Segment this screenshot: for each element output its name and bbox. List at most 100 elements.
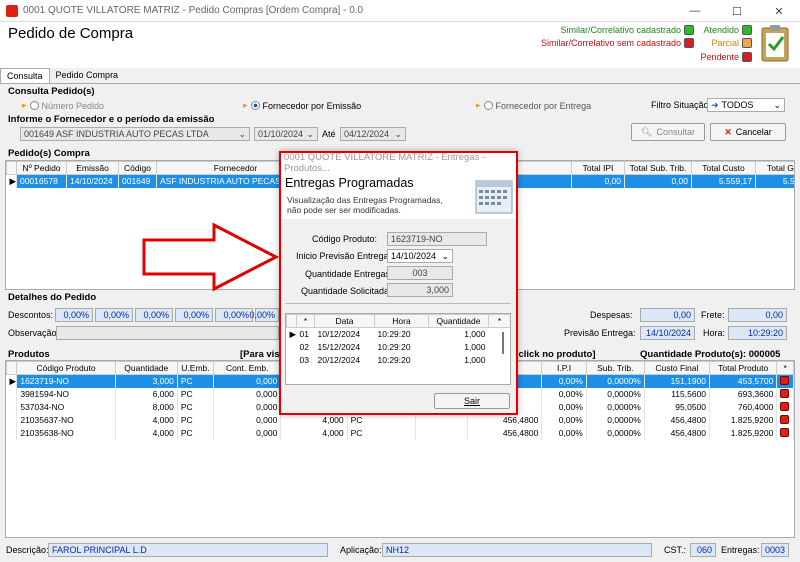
tab-pedido-compra[interactable]: Pedido Compra (50, 68, 125, 83)
desconto-field[interactable]: 0,00% (135, 308, 173, 322)
orange-status-icon (742, 38, 752, 48)
sair-button[interactable]: Sair (434, 393, 510, 409)
quantidade-entregas-field: 003 (387, 266, 453, 280)
quantidade-entregas-label: Quantidade Entregas: (305, 269, 393, 279)
desconto-field[interactable]: 0,00% (215, 308, 253, 322)
descontos-label: Descontos: (8, 310, 54, 320)
hora-field[interactable]: 10:29:20 (728, 326, 787, 340)
ate-label: Até (322, 129, 336, 139)
aplicacao-label: Aplicação: (340, 545, 382, 555)
tab-bar: Consulta Pedido Compra (0, 68, 800, 84)
consultar-button[interactable]: 🔍︎ Consultar (631, 123, 705, 141)
legend-similar-cadastrado: Similar/Correlativo cadastrado (560, 25, 694, 35)
page-header: Pedido de Compra Similar/Correlativo cad… (0, 22, 800, 68)
cancel-x-icon: ✕ (724, 126, 732, 137)
inicio-previsao-label: Inicio Previsão Entrega: (296, 251, 392, 261)
codigo-produto-label: Código Produto: (312, 234, 378, 244)
radio-numero-pedido[interactable]: ▸ Número Pedido (22, 100, 104, 111)
codigo-produto-field: 1623719-NO (387, 232, 487, 246)
quantidade-produtos: Quantidade Produto(s): 000005 (640, 349, 781, 360)
aplicacao-field: NH12 (382, 543, 652, 557)
scrollbar[interactable] (502, 332, 504, 354)
despesas-label: Despesas: (590, 310, 633, 320)
radio-icon (483, 101, 493, 110)
status-pendente-icon (780, 401, 790, 411)
close-button[interactable]: ✕ (758, 0, 800, 22)
table-row[interactable]: 03 20/12/2024 10:29:20 1,000 (287, 354, 511, 367)
desconto-field[interactable]: 0,00% (249, 308, 279, 322)
pedidos-section-title: Pedido(s) Compra (8, 148, 90, 159)
radio-selected-icon (250, 101, 260, 110)
table-row[interactable]: ▶ 01 10/12/2024 10:29:20 1,000 (287, 328, 511, 341)
cst-label: CST.: (664, 545, 687, 555)
page-title: Pedido de Compra (8, 25, 134, 42)
maximize-button[interactable]: ☐ (716, 0, 758, 22)
dialog-subtitle-1: Visualização das Entregas Programadas, (287, 195, 443, 205)
data-inicio-field[interactable]: 01/10/2024 ⌄ (254, 127, 318, 141)
desconto-field[interactable]: 0,00% (175, 308, 213, 322)
dialog-subtitle-2: não pode ser ser modificadas. (287, 205, 401, 215)
inicio-previsao-field[interactable]: 14/10/2024 ⌄ (387, 249, 453, 263)
despesas-field[interactable]: 0,00 (640, 308, 695, 322)
legend-atendido: Atendido (703, 25, 752, 35)
app-icon (6, 4, 18, 17)
legend-pendente: Pendente (700, 52, 752, 62)
table-row[interactable]: 02 15/12/2024 10:29:20 1,000 (287, 341, 511, 354)
legend-parcial: Parcial (711, 38, 752, 48)
red-status-icon (684, 38, 694, 48)
observacao-label: Observação: (8, 328, 60, 338)
detalhes-section-title: Detalhes do Pedido (8, 292, 97, 303)
produtos-hint-left: [Para vis (240, 349, 280, 360)
produtos-hint-right: o click no produto] (510, 349, 596, 360)
observacao-field[interactable] (56, 326, 279, 340)
frete-field[interactable]: 0,00 (728, 308, 787, 322)
status-pendente-icon (780, 375, 790, 385)
cancelar-button[interactable]: ✕ Cancelar (710, 123, 786, 141)
calendar-icon (475, 180, 513, 214)
dialog-heading: Entregas Programadas (285, 176, 414, 190)
cst-field: 060 (690, 543, 716, 557)
status-pendente-icon (780, 388, 790, 398)
descricao-field: FAROL PRINCIPAL L.D (48, 543, 328, 557)
table-row[interactable]: 21035637-NO 4,000 PC 0,000 4,000 PC 456,4800 0,… (6, 413, 794, 427)
entregas-dialog: 0001 QUOTE VILLATORE MATRIZ - Entregas -… (279, 151, 518, 415)
data-fim-field[interactable]: 04/12/2024 ⌄ (340, 127, 406, 141)
filtro-situacao-select[interactable]: ➜ TODOS ⌄ (707, 98, 785, 112)
quantidade-solicitada-label: Quantidade Solicitada: (301, 286, 392, 296)
hora-label: Hora: (703, 328, 726, 338)
descricao-label: Descrição: (6, 545, 49, 555)
status-pendente-icon (780, 427, 790, 437)
window-titlebar: 0001 QUOTE VILLATORE MATRIZ - Pedido Com… (0, 0, 800, 22)
search-icon: 🔍︎ (641, 126, 653, 137)
radio-fornecedor-emissao[interactable]: ▸ Fornecedor por Emissão (243, 100, 361, 111)
informe-label: Informe o Fornecedor e o período da emis… (8, 114, 215, 125)
radio-icon (29, 101, 39, 110)
produtos-section-title: Produtos (8, 349, 50, 360)
radio-fornecedor-entrega[interactable]: ▸ Fornecedor por Entrega (476, 100, 591, 111)
red-status-icon (742, 52, 752, 62)
previsao-field[interactable]: 14/10/2024 (640, 326, 695, 340)
dialog-header: Entregas Programadas Visualização das En… (281, 173, 516, 219)
quantidade-solicitada-field: 3,000 (387, 283, 453, 297)
desconto-field[interactable]: 0,00% (55, 308, 93, 322)
desconto-field[interactable]: 0,00% (95, 308, 133, 322)
entregas-table: * Data Hora Quantidade * ▶ 01 10/12/2024 10:29:… (285, 313, 511, 385)
tab-consulta[interactable]: Consulta (0, 68, 50, 83)
consulta-section-title: Consulta Pedido(s) (8, 86, 95, 97)
status-pendente-icon (780, 414, 790, 424)
green-status-icon (742, 25, 752, 35)
chevron-down-icon: ⌄ (773, 99, 781, 110)
entregas-field[interactable]: 0003 (761, 543, 789, 557)
chevron-down-icon: ⌄ (441, 250, 449, 261)
dialog-titlebar: 0001 QUOTE VILLATORE MATRIZ - Entregas -… (281, 152, 516, 174)
dialog-divider (285, 303, 511, 304)
table-row[interactable]: 21035638-NO 4,000 PC 0,000 4,000 PC 456,4800 0,… (6, 426, 794, 440)
fornecedor-field[interactable]: 001649 ASF INDUSTRIA AUTO PECAS LTDA ⌄ (20, 127, 250, 141)
clipboard-check-icon (761, 25, 789, 62)
legend-similar-sem: Similar/Correlativo sem cadastrado (541, 38, 694, 48)
previsao-label: Previsão Entrega: (564, 328, 636, 338)
window-title: 0001 QUOTE VILLATORE MATRIZ - Pedido Com… (23, 5, 364, 16)
filtro-label: Filtro Situação: (651, 100, 712, 110)
minimize-button[interactable]: — (674, 0, 716, 22)
red-arrow-annotation (142, 222, 280, 292)
